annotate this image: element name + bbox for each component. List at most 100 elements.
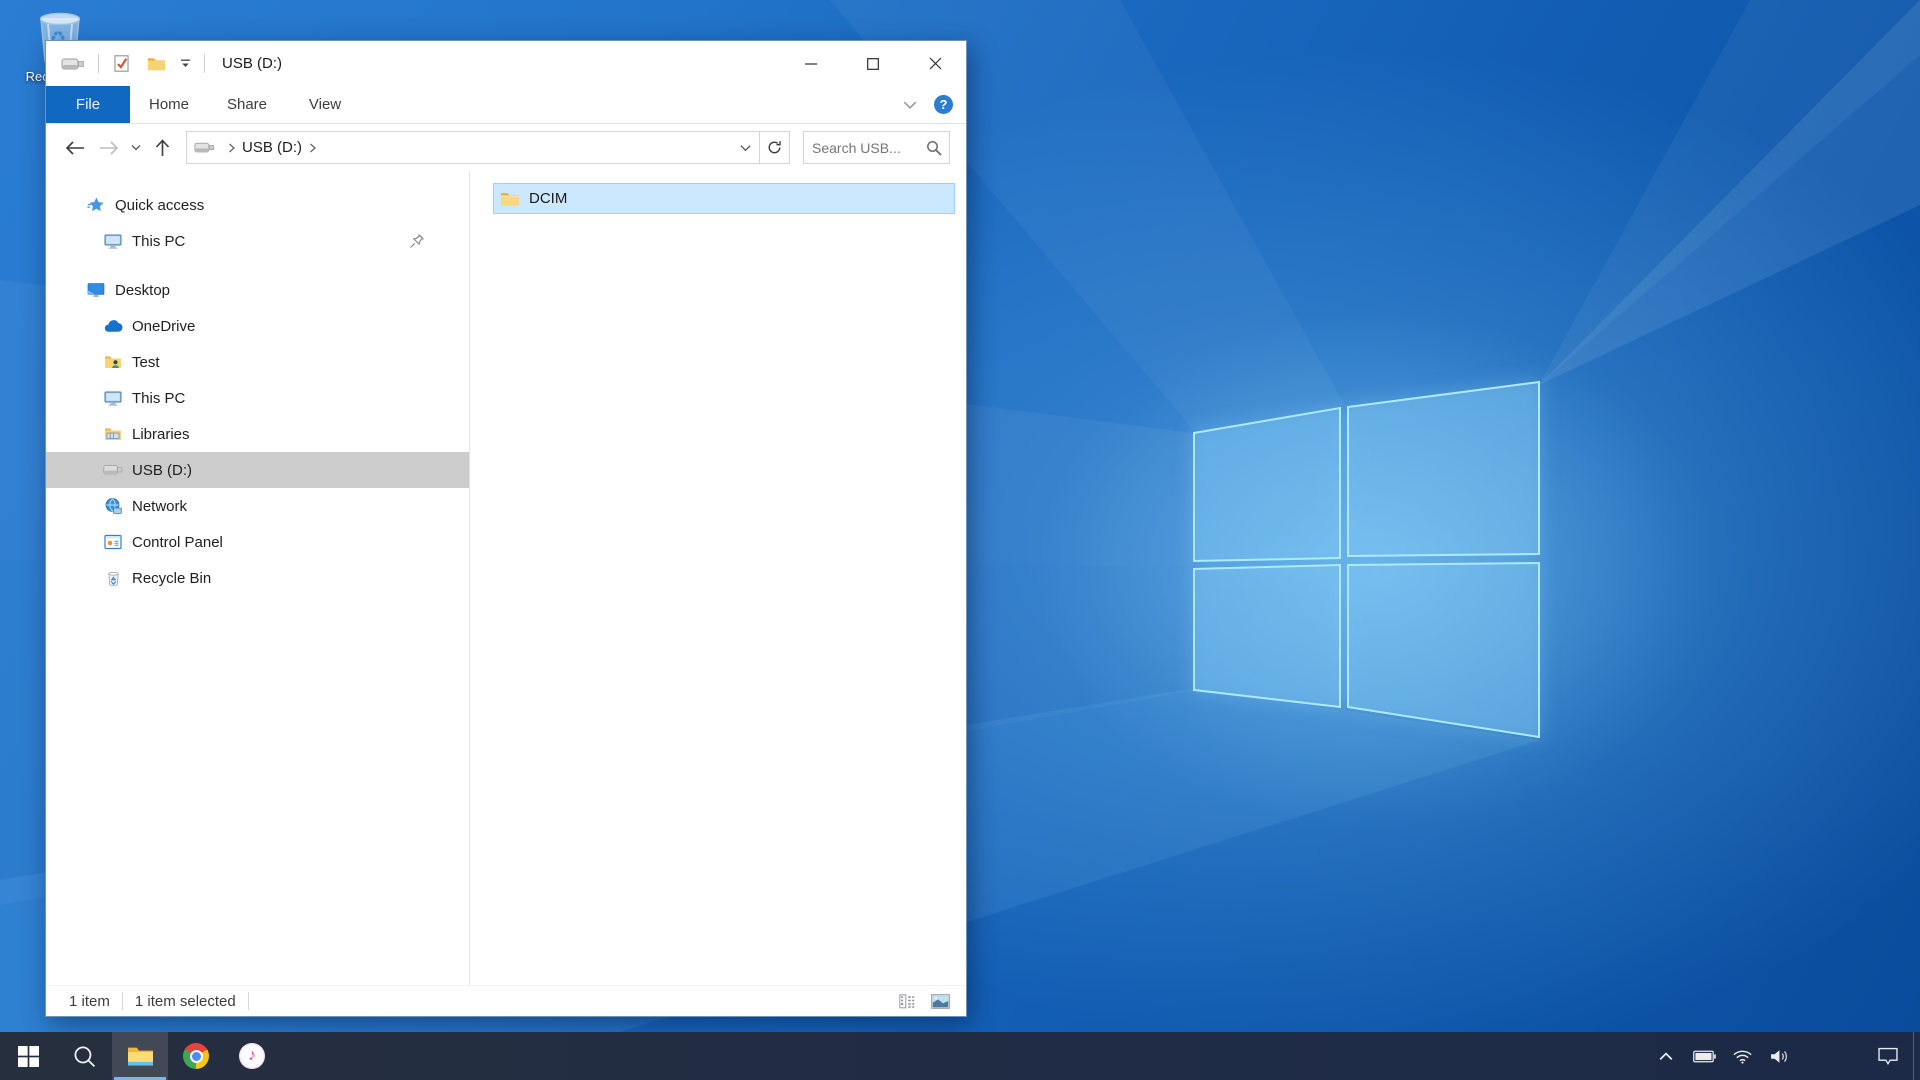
windows-start-icon <box>18 1046 39 1067</box>
chevron-down-icon <box>903 101 917 109</box>
hidden-icons-button[interactable] <box>1647 1032 1685 1080</box>
sidebar-item-libraries[interactable]: Libraries <box>46 416 469 452</box>
expand-ribbon-button[interactable] <box>903 101 917 109</box>
sidebar-item-recycle-bin[interactable]: Recycle Bin <box>46 560 469 596</box>
maximize-icon <box>867 58 879 70</box>
sidebar-item-label: Network <box>132 498 187 515</box>
details-view-icon <box>899 994 916 1009</box>
this-pc-icon <box>103 232 123 250</box>
pin-icon <box>409 233 425 249</box>
taskbar-search-button[interactable] <box>56 1032 112 1080</box>
refresh-button[interactable] <box>760 131 790 164</box>
forward-arrow-icon <box>99 141 119 155</box>
sidebar-item-label: OneDrive <box>132 318 195 335</box>
recent-locations-button[interactable] <box>126 144 146 151</box>
large-icons-view-icon <box>931 994 950 1009</box>
folder-icon <box>147 56 166 72</box>
battery-indicator[interactable] <box>1685 1032 1723 1080</box>
large-icons-view-button[interactable] <box>929 992 952 1011</box>
usb-drive-icon <box>194 141 215 154</box>
qat-new-folder-button[interactable] <box>142 54 171 74</box>
tab-file[interactable]: File <box>46 86 130 123</box>
separator <box>122 992 123 1010</box>
qat-customize-button[interactable] <box>175 57 196 70</box>
sidebar-item-label: USB (D:) <box>132 462 192 479</box>
show-desktop-button[interactable] <box>1913 1032 1920 1080</box>
breadcrumb-chevron-icon[interactable] <box>309 143 316 153</box>
navigation-pane: Quick access This PC Desktop <box>46 171 470 985</box>
sidebar-item-test[interactable]: Test <box>46 344 469 380</box>
file-item-name: DCIM <box>529 190 567 207</box>
navigation-toolbar: USB (D:) <box>46 124 966 171</box>
help-button[interactable]: ? <box>934 95 953 114</box>
separator <box>204 54 205 73</box>
ribbon-tab-row: File Home Share View ? <box>46 86 966 124</box>
start-button[interactable] <box>0 1032 56 1080</box>
up-button[interactable] <box>146 139 178 157</box>
sidebar-item-control-panel[interactable]: Control Panel <box>46 524 469 560</box>
address-bar[interactable]: USB (D:) <box>186 131 760 164</box>
control-panel-icon <box>103 533 123 551</box>
sidebar-item-label: Libraries <box>132 426 190 443</box>
file-list-panel[interactable]: DCIM <box>470 171 966 985</box>
help-glyph: ? <box>940 97 948 112</box>
maximize-button[interactable] <box>842 41 904 86</box>
sidebar-item-label: This PC <box>132 233 185 250</box>
file-explorer-icon <box>127 1045 154 1068</box>
forward-button[interactable] <box>92 141 126 155</box>
details-view-button[interactable] <box>897 992 918 1011</box>
tab-view[interactable]: View <box>286 86 364 123</box>
chevron-down-icon <box>740 144 751 152</box>
itunes-icon: ♪ <box>239 1043 265 1069</box>
action-center-icon <box>1877 1047 1899 1066</box>
this-pc-icon <box>103 389 123 407</box>
minimize-icon <box>805 63 817 65</box>
sidebar-item-usb-drive[interactable]: USB (D:) <box>46 452 469 488</box>
tab-share[interactable]: Share <box>208 86 286 123</box>
address-dropdown-button[interactable] <box>731 144 759 152</box>
chevron-down-icon <box>131 144 141 151</box>
search-icon <box>926 140 942 156</box>
refresh-icon <box>767 140 782 155</box>
sidebar-item-this-pc-pinned[interactable]: This PC <box>46 223 469 259</box>
chevron-down-icon <box>180 59 191 68</box>
sidebar-item-network[interactable]: Network <box>46 488 469 524</box>
search-input[interactable] <box>812 140 924 156</box>
status-bar: 1 item 1 item selected <box>46 985 966 1016</box>
taskbar-file-explorer-button[interactable] <box>112 1032 168 1080</box>
desktop-icon <box>86 281 106 299</box>
chrome-icon <box>183 1043 209 1069</box>
sidebar-item-desktop[interactable]: Desktop <box>46 272 469 308</box>
file-item-dcim[interactable]: DCIM <box>493 183 955 214</box>
file-explorer-window: USB (D:) File Home Share View ? <box>45 40 967 1017</box>
titlebar[interactable]: USB (D:) <box>46 41 966 86</box>
qat-properties-button[interactable] <box>107 52 136 75</box>
minimize-button[interactable] <box>780 41 842 86</box>
sidebar-item-quick-access[interactable]: Quick access <box>46 187 469 223</box>
taskbar-chrome-button[interactable] <box>168 1032 224 1080</box>
action-center-button[interactable] <box>1863 1032 1913 1080</box>
volume-indicator[interactable] <box>1761 1032 1799 1080</box>
sidebar-item-label: Quick access <box>115 197 204 214</box>
wifi-indicator[interactable] <box>1723 1032 1761 1080</box>
windows-logo-wallpaper <box>1193 380 1540 738</box>
onedrive-cloud-icon <box>103 320 123 333</box>
close-button[interactable] <box>904 41 966 86</box>
breadcrumb-chevron-icon <box>228 143 235 153</box>
back-button[interactable] <box>58 141 92 155</box>
taskbar-itunes-button[interactable]: ♪ <box>224 1032 280 1080</box>
breadcrumb-drive[interactable]: USB (D:) <box>242 139 302 156</box>
libraries-icon <box>103 425 123 443</box>
sidebar-item-this-pc[interactable]: This PC <box>46 380 469 416</box>
user-folder-icon <box>103 353 123 371</box>
usb-drive-icon <box>103 464 123 476</box>
recycle-bin-icon <box>103 569 123 587</box>
sidebar-item-onedrive[interactable]: OneDrive <box>46 308 469 344</box>
folder-icon <box>500 191 520 207</box>
volume-icon <box>1770 1049 1791 1064</box>
close-icon <box>929 57 942 70</box>
separator <box>98 54 99 73</box>
sidebar-item-label: Control Panel <box>132 534 223 551</box>
search-box[interactable] <box>803 131 950 164</box>
tab-home[interactable]: Home <box>130 86 208 123</box>
